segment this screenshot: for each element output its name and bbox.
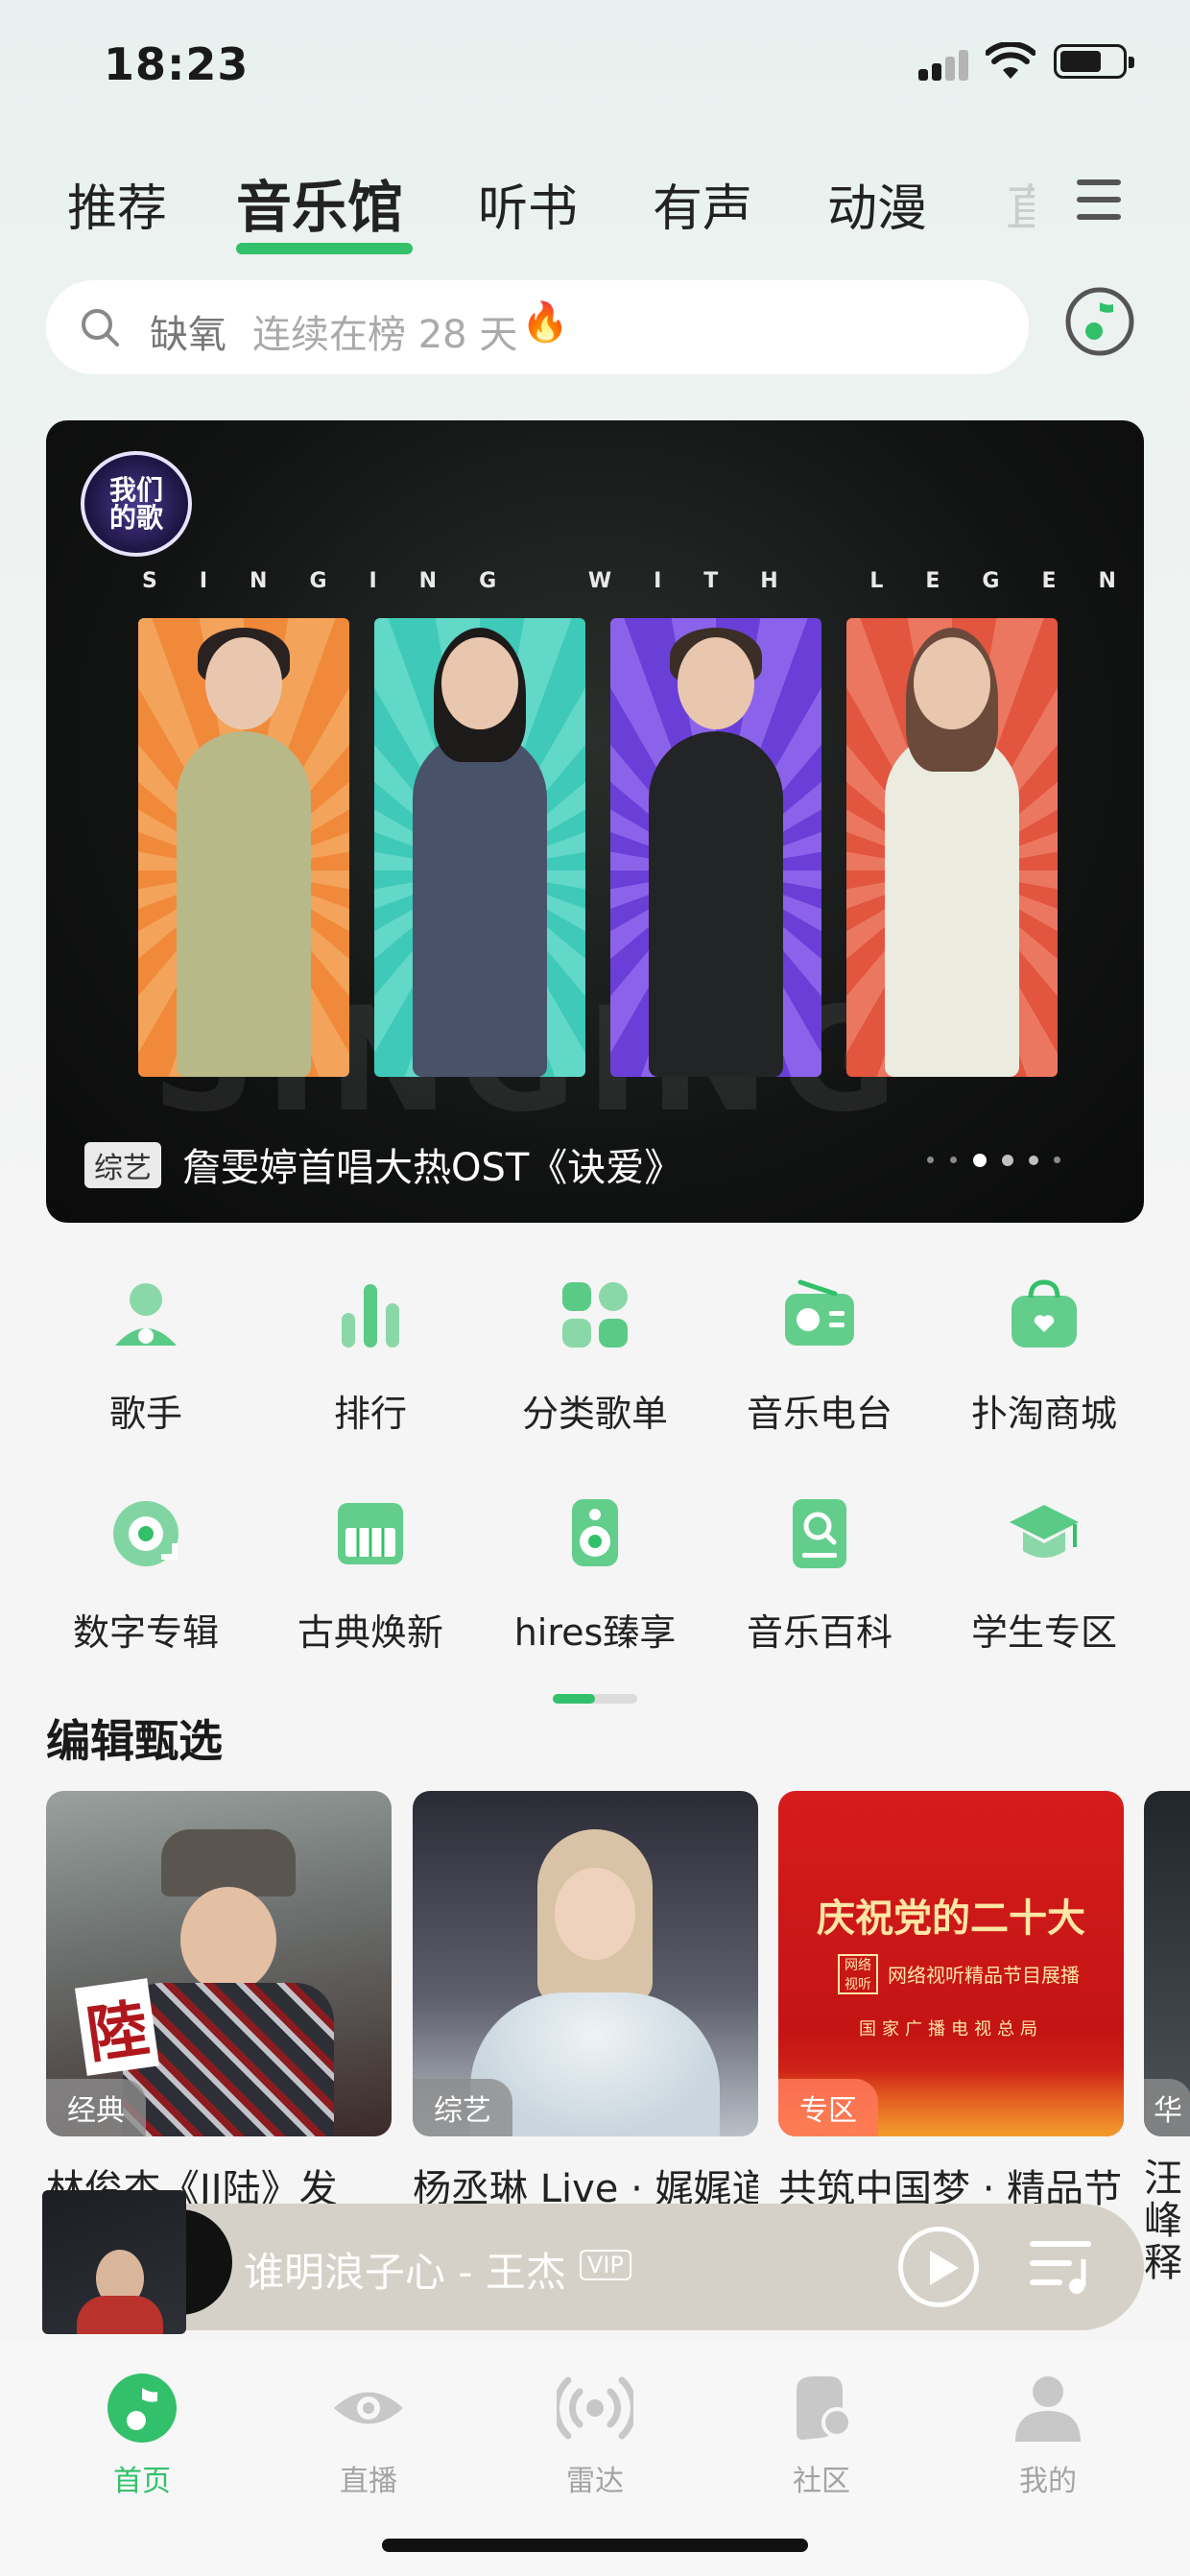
nav-radar[interactable]: 雷达 [518,2373,672,2499]
show-logo: 我们 的歌 [81,451,192,557]
active-tab-indicator [236,243,413,254]
tab-music-hall[interactable]: 音乐馆 [236,162,403,243]
battery-icon [1054,44,1134,79]
singer-panel-2 [374,618,585,1077]
menu-icon[interactable] [1077,179,1125,222]
album-cover [42,2190,186,2334]
cover-org: 国家广播电视总局 [859,2019,1043,2039]
status-bar: 18:23 [0,0,1190,134]
community-icon [797,2376,852,2440]
eye-icon [334,2392,403,2424]
playlist-icon[interactable] [1029,2236,1098,2298]
top-tab-bar: 推荐 音乐馆 听书 有声 动漫 直 [0,158,1190,264]
category-playlists[interactable]: 分类歌单 [499,1276,691,1459]
tab-audio[interactable]: 有声 [653,168,752,240]
digital-album-icon [113,1501,178,1566]
tab-live-partial[interactable]: 直 [1006,168,1035,240]
tab-recommend[interactable]: 推荐 [67,168,167,240]
pick-card-tag: 综艺 [413,2079,512,2136]
speaker-icon [572,1499,618,1566]
home-music-icon [107,2373,177,2443]
category-singer[interactable]: 歌手 [50,1276,242,1459]
pick-card-tag: 华 [1144,2079,1190,2136]
home-indicator [382,2539,808,2552]
carousel-dots [927,1154,1100,1167]
pick-card-tag: 专区 [778,2079,878,2136]
radar-icon [553,2376,637,2440]
category-digital-album[interactable]: 数字专辑 [50,1495,242,1678]
radio-icon [785,1279,854,1346]
mini-player[interactable]: 谁明浪子心 - 王杰 VIP [42,2190,1144,2334]
cover-seal: 网络视听 [838,1954,878,1994]
category-encyclopedia[interactable]: 音乐百科 [724,1495,916,1678]
music-recognition-icon[interactable] [1063,285,1136,358]
search-bar[interactable]: 缺氧 连续在榜 28 天 🔥 [46,280,1029,374]
status-time: 18:23 [104,38,250,90]
search-icon [82,309,119,346]
now-playing-artwork[interactable] [42,2190,232,2344]
category-icon [562,1282,628,1348]
banner-badge: 综艺 [84,1142,161,1188]
section-title-editor-picks: 编辑甄选 [46,1715,223,1767]
category-page-indicator [553,1694,637,1704]
fire-icon: 🔥 [521,300,569,345]
category-radio[interactable]: 音乐电台 [724,1276,916,1459]
now-playing-title: 谁明浪子心 - 王杰 [244,2249,566,2296]
play-icon [930,2251,959,2285]
nav-home[interactable]: 首页 [65,2373,219,2499]
banner-slogan: SINGING WITH LEGENDS [142,569,1144,593]
nav-profile[interactable]: 我的 [971,2373,1125,2499]
vip-badge: VIP [580,2250,631,2280]
search-hint: 连续在榜 28 天 [252,313,518,357]
singer-panel-4 [846,618,1058,1077]
category-shop[interactable]: 扑淘商城 [948,1276,1140,1459]
hero-banner[interactable]: 我们的歌 SINGING WITH LEGENDS SINGING 综艺 詹雯婷… [46,420,1144,1223]
encyclopedia-icon [793,1499,846,1568]
banner-caption: 詹雯婷首唱大热OST《诀爱》 [182,1146,683,1190]
tab-audiobooks[interactable]: 听书 [478,168,578,240]
pick-card-2[interactable]: 综艺 [413,1791,758,2136]
graduation-icon [1010,1505,1079,1558]
pick-card-tag: 经典 [46,2079,146,2136]
category-student[interactable]: 学生专区 [948,1495,1140,1678]
category-ranking[interactable]: 排行 [274,1276,466,1459]
profile-icon [1015,2376,1081,2442]
cellular-signal-icon [918,48,968,81]
pick-card-4[interactable]: 华 [1144,1791,1190,2136]
singer-panel-1 [138,618,349,1077]
category-hires[interactable]: hires臻享 [499,1495,691,1678]
tab-anime[interactable]: 动漫 [827,168,927,240]
nav-community[interactable]: 社区 [745,2373,898,2499]
search-query: 缺氧 [150,313,226,357]
wifi-icon [986,42,1035,79]
pick-card-3[interactable]: 庆祝党的二十大 网络视听 网络视听精品节目展播 国家广播电视总局 专区 [778,1791,1124,2136]
singer-icon [115,1283,177,1346]
piano-icon [338,1503,403,1564]
shop-icon [1012,1279,1077,1348]
pick-card-1[interactable]: 陸 经典 [46,1791,392,2136]
pick-card-title[interactable]: 汪峰释 [1144,2158,1190,2284]
singer-panel-3 [610,618,821,1077]
nav-live[interactable]: 直播 [292,2373,445,2499]
category-classical[interactable]: 古典焕新 [274,1495,466,1678]
chart-icon [342,1284,399,1348]
play-button[interactable] [898,2227,979,2307]
cover-title: 庆祝党的二十大 [817,1896,1085,1941]
cover-subtitle: 网络视听精品节目展播 [888,1964,1080,1987]
